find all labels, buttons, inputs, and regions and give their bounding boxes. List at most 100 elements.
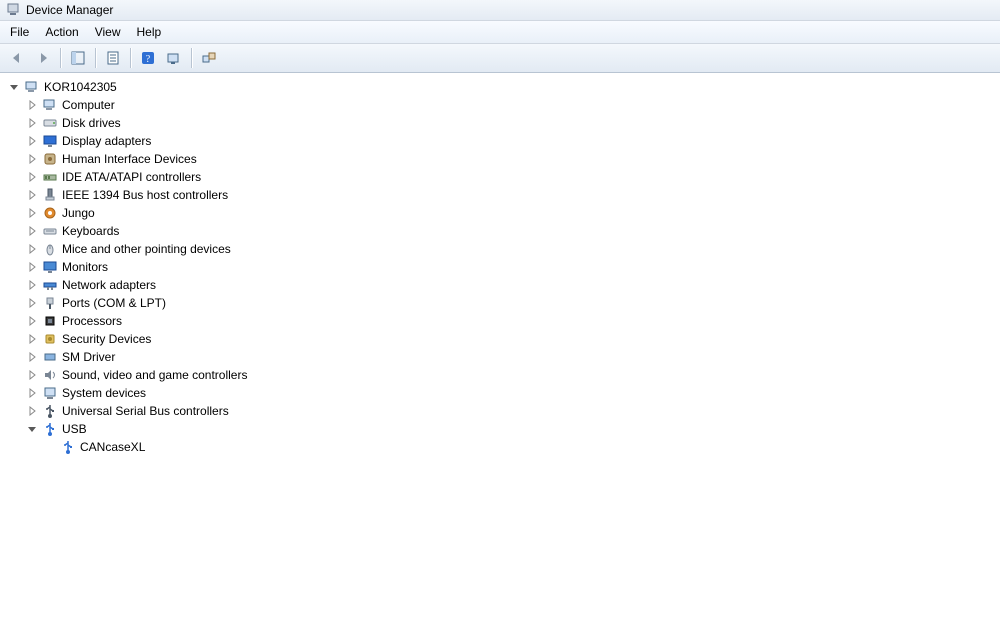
help-button[interactable]: ? (136, 46, 160, 70)
usb-icon (42, 403, 58, 419)
indent (2, 321, 24, 322)
expander-closed[interactable] (24, 385, 40, 401)
hid-icon (42, 151, 58, 167)
tree-node-child-18-0[interactable]: CANcaseXL (2, 438, 998, 456)
expander-closed[interactable] (24, 97, 40, 113)
indent (2, 303, 24, 304)
indent (2, 393, 24, 394)
indent (2, 411, 24, 412)
tree-node-cat-3[interactable]: Human Interface Devices (2, 150, 998, 168)
tree-node-cat-15[interactable]: Sound, video and game controllers (2, 366, 998, 384)
indent (2, 159, 24, 160)
expander-closed[interactable] (24, 187, 40, 203)
expander-closed[interactable] (24, 151, 40, 167)
tree-node-cat-6[interactable]: Jungo (2, 204, 998, 222)
arrow-right-icon (35, 50, 51, 66)
help-icon: ? (140, 50, 156, 66)
node-label: Disk drives (60, 114, 121, 132)
back-button[interactable] (5, 46, 29, 70)
tree-node-cat-1[interactable]: Disk drives (2, 114, 998, 132)
tree-node-cat-13[interactable]: Security Devices (2, 330, 998, 348)
expander-closed[interactable] (24, 295, 40, 311)
indent (2, 105, 24, 106)
indent (2, 123, 24, 124)
tree-node-root[interactable]: KOR1042305 (2, 78, 998, 96)
mouse-icon (42, 241, 58, 257)
expander-closed[interactable] (24, 313, 40, 329)
node-label: Jungo (60, 204, 95, 222)
view-devices-button[interactable] (197, 46, 221, 70)
node-label: Network adapters (60, 276, 156, 294)
expander-closed[interactable] (24, 403, 40, 419)
show-hide-tree-button[interactable] (66, 46, 90, 70)
tree-node-cat-0[interactable]: Computer (2, 96, 998, 114)
expander-closed[interactable] (24, 241, 40, 257)
display-icon (42, 133, 58, 149)
node-label: Keyboards (60, 222, 119, 240)
expander-closed[interactable] (24, 205, 40, 221)
expander-open[interactable] (6, 79, 22, 95)
indent (2, 285, 24, 286)
indent (2, 177, 24, 178)
expander-closed[interactable] (24, 133, 40, 149)
tree-node-cat-8[interactable]: Mice and other pointing devices (2, 240, 998, 258)
monitor-icon (42, 259, 58, 275)
expander-open[interactable] (24, 421, 40, 437)
computer-icon (42, 97, 58, 113)
expander-closed[interactable] (24, 277, 40, 293)
menu-view[interactable]: View (87, 21, 129, 43)
menu-label: File (10, 25, 29, 39)
tree-node-cat-18[interactable]: USB (2, 420, 998, 438)
toolbar-separator (95, 48, 96, 68)
node-label: Ports (COM & LPT) (60, 294, 166, 312)
expander-closed[interactable] (24, 349, 40, 365)
tree-node-cat-17[interactable]: Universal Serial Bus controllers (2, 402, 998, 420)
tree-node-cat-12[interactable]: Processors (2, 312, 998, 330)
menu-file[interactable]: File (2, 21, 37, 43)
tree-view[interactable]: KOR1042305ComputerDisk drivesDisplay ada… (0, 73, 1000, 619)
usb-blue-icon (60, 439, 76, 455)
toolbar-separator (191, 48, 192, 68)
app-icon (6, 2, 22, 18)
tree-node-cat-4[interactable]: IDE ATA/ATAPI controllers (2, 168, 998, 186)
forward-button[interactable] (31, 46, 55, 70)
sm-icon (42, 349, 58, 365)
scan-hardware-button[interactable] (162, 46, 186, 70)
tree-node-cat-11[interactable]: Ports (COM & LPT) (2, 294, 998, 312)
node-label: Security Devices (60, 330, 151, 348)
expander-closed[interactable] (24, 169, 40, 185)
menu-help[interactable]: Help (129, 21, 170, 43)
usb-blue-icon (42, 421, 58, 437)
keyboard-icon (42, 223, 58, 239)
expander-closed[interactable] (24, 115, 40, 131)
node-label: KOR1042305 (42, 78, 117, 96)
expander-closed[interactable] (24, 223, 40, 239)
tree-node-cat-7[interactable]: Keyboards (2, 222, 998, 240)
tree-node-cat-5[interactable]: IEEE 1394 Bus host controllers (2, 186, 998, 204)
node-label: Universal Serial Bus controllers (60, 402, 229, 420)
tree-node-cat-14[interactable]: SM Driver (2, 348, 998, 366)
tree-node-cat-10[interactable]: Network adapters (2, 276, 998, 294)
node-label: Processors (60, 312, 122, 330)
expander-closed[interactable] (24, 367, 40, 383)
expander-none (42, 439, 58, 455)
window-title: Device Manager (26, 3, 113, 17)
menu-bar: File Action View Help (0, 21, 1000, 44)
tree-node-cat-2[interactable]: Display adapters (2, 132, 998, 150)
toolbar: ? (0, 44, 1000, 73)
tree-node-cat-16[interactable]: System devices (2, 384, 998, 402)
properties-button[interactable] (101, 46, 125, 70)
expander-closed[interactable] (24, 259, 40, 275)
arrow-left-icon (9, 50, 25, 66)
expander-closed[interactable] (24, 331, 40, 347)
indent (2, 195, 24, 196)
computer-icon (24, 79, 40, 95)
node-label: IEEE 1394 Bus host controllers (60, 186, 228, 204)
tree-node-cat-9[interactable]: Monitors (2, 258, 998, 276)
indent (2, 357, 24, 358)
node-label: Monitors (60, 258, 108, 276)
node-label: Mice and other pointing devices (60, 240, 231, 258)
menu-action[interactable]: Action (37, 21, 86, 43)
network-icon (42, 277, 58, 293)
title-bar: Device Manager (0, 0, 1000, 21)
